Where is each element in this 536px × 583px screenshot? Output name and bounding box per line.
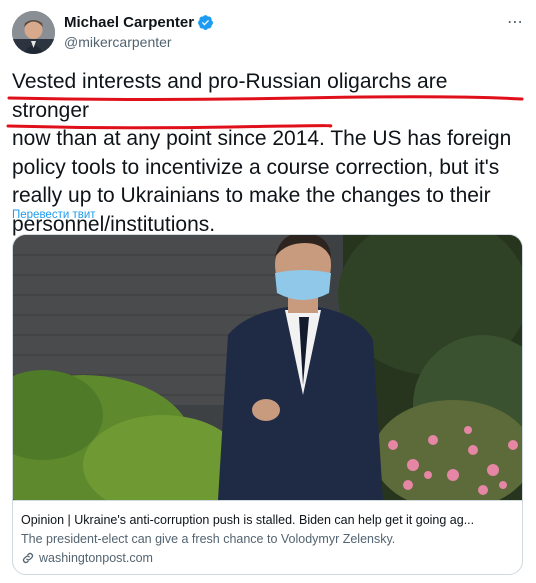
card-domain[interactable]: washingtonpost.com (21, 551, 153, 565)
more-options-icon[interactable]: ⋯ (507, 12, 524, 32)
card-domain-text: washingtonpost.com (39, 551, 153, 565)
translate-tweet-link[interactable]: Перевести твит (12, 209, 96, 221)
card-description: The president-elect can give a fresh cha… (21, 532, 396, 546)
card-body[interactable]: Opinion | Ukraine's anti-corruption push… (13, 500, 522, 574)
link-card[interactable]: Opinion | Ukraine's anti-corruption push… (12, 234, 523, 575)
tweet[interactable]: Michael Carpenter @mikercarpenter ⋯ Vest… (0, 0, 536, 583)
verified-badge-icon (198, 15, 213, 30)
tweet-line: really up to Ukrainians to make the chan… (12, 184, 491, 207)
avatar[interactable] (12, 11, 55, 54)
tweet-line: now than at any point since 2014. The US… (12, 127, 512, 150)
tweet-line: Vested interests and pro-Russian oligarc… (12, 70, 448, 122)
author-handle[interactable]: @mikercarpenter (64, 34, 172, 50)
card-title[interactable]: Opinion | Ukraine's anti-corruption push… (21, 513, 517, 527)
author-name[interactable]: Michael Carpenter (64, 14, 194, 31)
card-photo (13, 235, 522, 500)
tweet-line: policy tools to incentivize a course cor… (12, 155, 500, 179)
link-icon (22, 552, 34, 564)
